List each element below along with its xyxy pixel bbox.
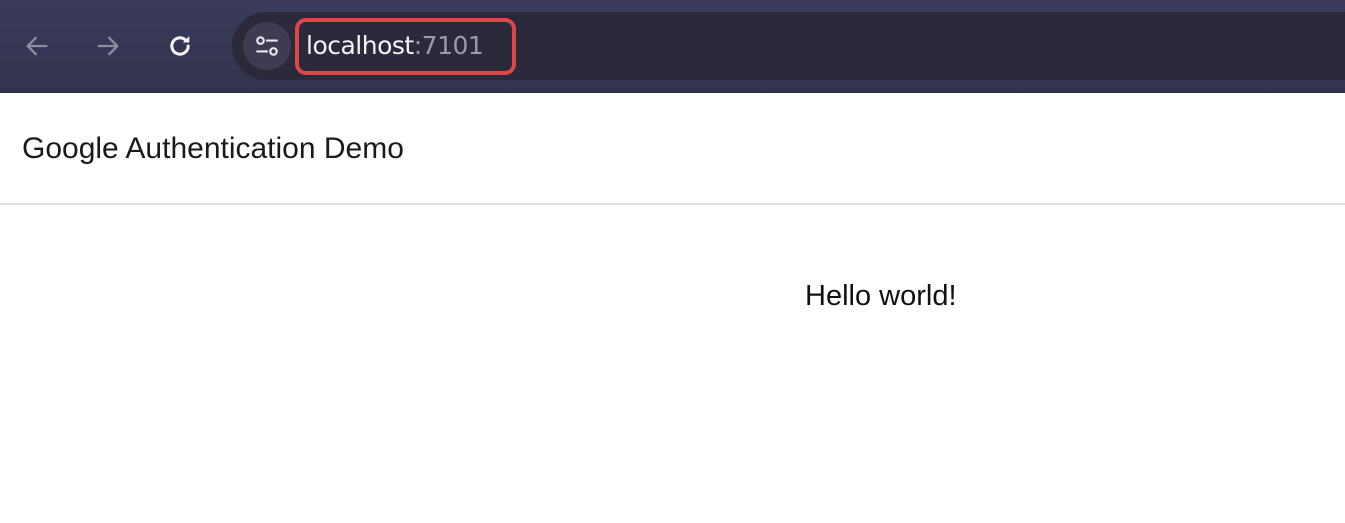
arrow-left-icon — [26, 36, 48, 56]
app-header: Google Authentication Demo — [0, 94, 1345, 205]
site-info-button[interactable] — [243, 22, 291, 70]
arrow-right-icon — [97, 36, 119, 56]
reload-button[interactable] — [160, 26, 200, 66]
forward-button[interactable] — [88, 26, 128, 66]
url-host: localhost — [306, 31, 414, 60]
url-text[interactable]: localhost:7101 — [306, 30, 484, 62]
tune-icon — [256, 36, 278, 56]
back-button[interactable] — [17, 26, 57, 66]
main-content: Hello world! — [0, 205, 1345, 523]
browser-toolbar: localhost:7101 — [0, 0, 1345, 93]
address-bar[interactable]: localhost:7101 — [232, 12, 1345, 80]
reload-icon — [170, 36, 190, 56]
url-port: :7101 — [413, 31, 484, 60]
hello-message: Hello world! — [805, 280, 957, 312]
page-title: Google Authentication Demo — [22, 132, 404, 165]
